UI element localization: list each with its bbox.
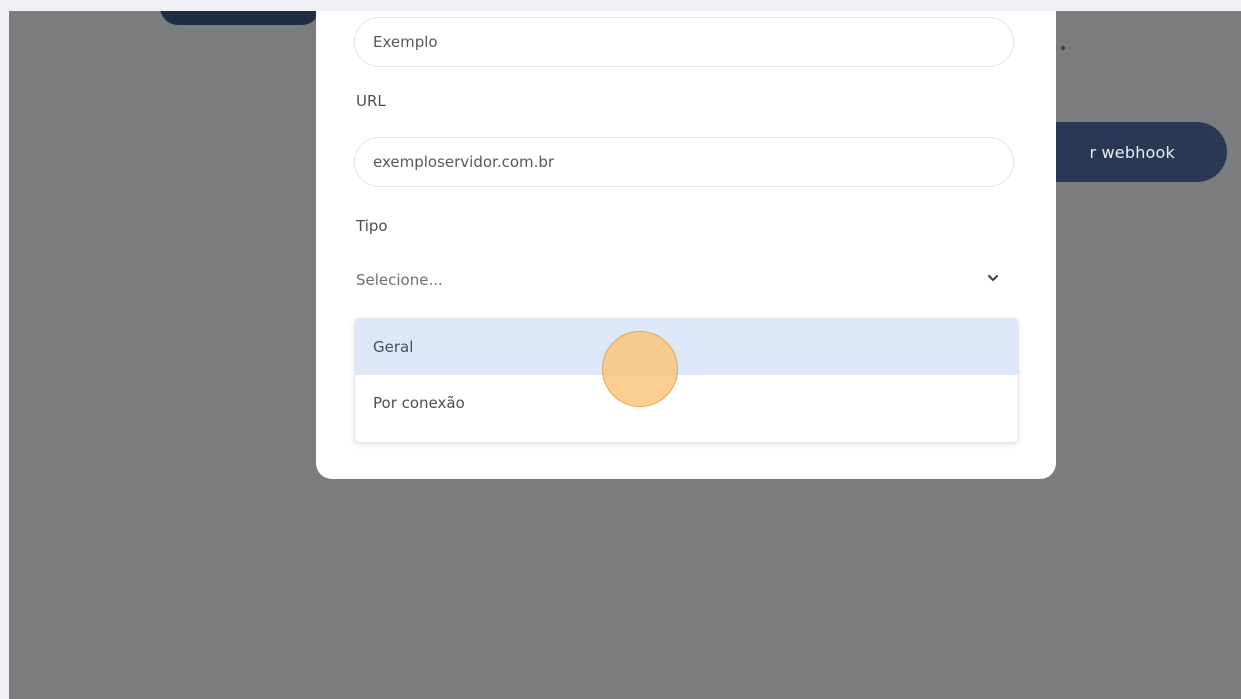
url-label: URL bbox=[356, 92, 386, 110]
type-select-placeholder: Selecione... bbox=[356, 271, 443, 289]
type-select[interactable]: Selecione... bbox=[354, 261, 1014, 299]
name-input-value: Exemplo bbox=[373, 33, 438, 51]
background-header-button bbox=[160, 11, 320, 25]
name-input[interactable]: Exemplo bbox=[354, 17, 1014, 67]
type-dropdown-menu: Geral Por conexão bbox=[354, 318, 1019, 443]
url-input[interactable]: exemploservidor.com.br bbox=[354, 137, 1014, 187]
modal-backdrop: r webhook Exemplo URL exemploservidor.co… bbox=[9, 11, 1241, 699]
webhook-modal: Exemplo URL exemploservidor.com.br Tipo … bbox=[316, 11, 1056, 479]
option-geral[interactable]: Geral bbox=[355, 319, 1018, 375]
type-label: Tipo bbox=[356, 217, 388, 235]
chevron-down-icon bbox=[986, 271, 1000, 289]
url-input-value: exemploservidor.com.br bbox=[373, 153, 555, 171]
click-indicator bbox=[602, 331, 678, 407]
option-label: Por conexão bbox=[373, 394, 465, 412]
option-label: Geral bbox=[373, 338, 414, 356]
background-dot bbox=[1061, 46, 1065, 50]
option-por-conexao[interactable]: Por conexão bbox=[355, 375, 1018, 431]
background-webhook-button-label: r webhook bbox=[1089, 142, 1175, 162]
